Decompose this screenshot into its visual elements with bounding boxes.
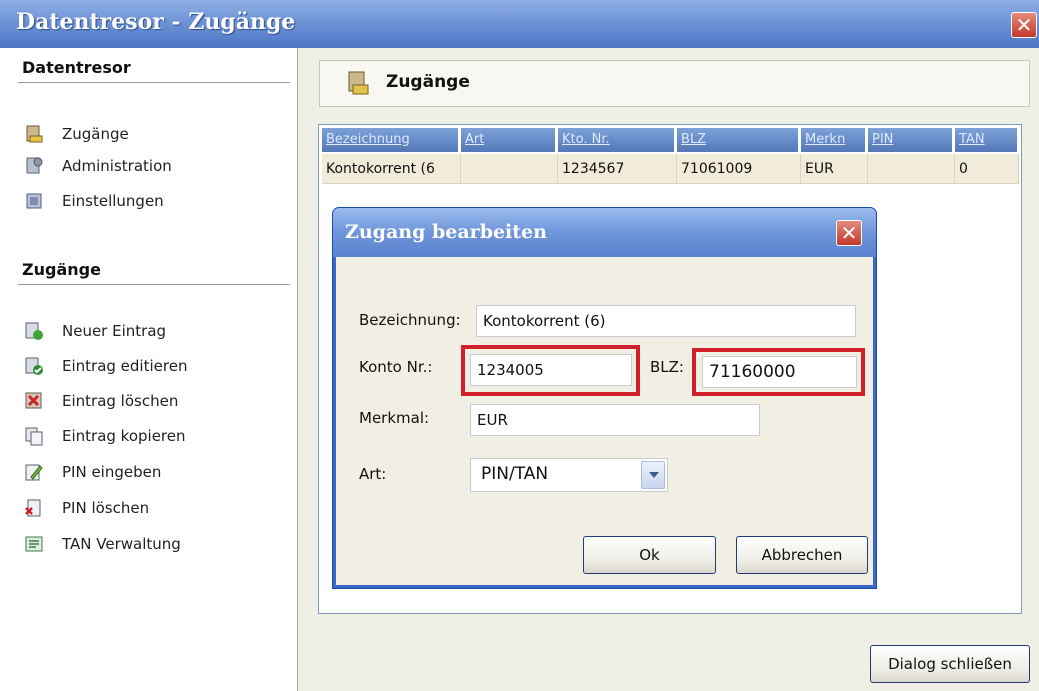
sidebar-item-label: Zugänge — [62, 125, 129, 143]
sidebar-item-label: Eintrag kopieren — [62, 427, 186, 445]
pin-enter-icon — [24, 462, 44, 482]
sidebar-item-delete-pin[interactable]: PIN löschen — [24, 496, 149, 520]
sidebar-item-tan-management[interactable]: TAN Verwaltung — [24, 532, 181, 556]
dialog-title-bar[interactable]: Zugang bearbeiten ✕ — [333, 208, 876, 257]
column-header-blz[interactable]: BLZ — [677, 128, 799, 152]
chevron-down-icon[interactable] — [641, 461, 665, 489]
sidebar-item-delete-entry[interactable]: Eintrag löschen — [24, 389, 178, 413]
table-cell[interactable] — [868, 154, 955, 184]
admin-icon — [24, 156, 44, 176]
column-header-merkmal[interactable]: Merkn — [801, 128, 866, 152]
edit-entry-icon — [24, 356, 44, 376]
settings-icon — [24, 191, 44, 211]
window-close-button[interactable]: ✕ — [1011, 12, 1037, 38]
column-header-kto-nr[interactable]: Kto. Nr. — [558, 128, 675, 152]
vault-icon — [346, 70, 370, 96]
konto-nr-label: Konto Nr.: — [359, 358, 433, 376]
sidebar-heading-zugaenge: Zugänge — [22, 260, 101, 279]
sidebar-heading-datentresor: Datentresor — [22, 58, 131, 77]
sidebar-divider — [18, 284, 290, 285]
dialog-close-button[interactable]: ✕ — [836, 220, 862, 246]
tan-icon — [24, 534, 44, 554]
table-cell[interactable]: 0 — [955, 154, 1019, 184]
vault-icon — [24, 124, 44, 144]
sidebar-item-label: Einstellungen — [62, 192, 164, 210]
copy-entry-icon — [24, 426, 44, 446]
art-select[interactable]: PIN/TAN — [470, 458, 668, 492]
sidebar-item-einstellungen[interactable]: Einstellungen — [24, 189, 164, 213]
sidebar-item-label: Eintrag löschen — [62, 392, 179, 410]
window-title: Datentresor - Zugänge — [16, 9, 296, 35]
bezeichnung-field[interactable]: Kontokorrent (6) — [476, 305, 856, 337]
table-cell[interactable]: EUR — [801, 154, 868, 184]
main-window: Datentresor - Zugänge ✕ Datentresor Zugä… — [0, 0, 1039, 691]
sidebar-item-administration[interactable]: Administration — [24, 154, 172, 178]
sidebar-item-label: PIN löschen — [62, 499, 150, 517]
merkmal-label: Merkmal: — [359, 409, 430, 427]
column-header-pin[interactable]: PIN — [868, 128, 953, 152]
art-select-value: PIN/TAN — [481, 464, 549, 484]
dialog-title: Zugang bearbeiten — [345, 221, 547, 243]
table-cell[interactable]: 71061009 — [677, 154, 801, 184]
sidebar-item-zugaenge[interactable]: Zugänge — [24, 122, 129, 146]
bezeichnung-label: Bezeichnung: — [359, 311, 461, 329]
title-bar[interactable]: Datentresor - Zugänge ✕ — [0, 0, 1039, 48]
delete-entry-icon — [24, 391, 44, 411]
column-header-bezeichnung[interactable]: Bezeichnung — [322, 128, 459, 152]
table-cell[interactable] — [461, 154, 558, 184]
sidebar-item-label: Eintrag editieren — [62, 357, 188, 375]
blz-label: BLZ: — [650, 358, 684, 376]
pin-delete-icon — [24, 498, 44, 518]
cancel-button[interactable]: Abbrechen — [736, 536, 868, 574]
page-title: Zugänge — [386, 72, 470, 92]
sidebar-item-copy-entry[interactable]: Eintrag kopieren — [24, 424, 186, 448]
new-entry-icon — [24, 321, 44, 341]
ok-button[interactable]: Ok — [583, 536, 716, 574]
blz-field[interactable]: 71160000 — [702, 356, 857, 388]
sidebar-divider — [18, 82, 290, 83]
sidebar-item-label: Neuer Eintrag — [62, 322, 167, 340]
art-label: Art: — [359, 465, 387, 483]
sidebar-item-label: TAN Verwaltung — [62, 535, 181, 553]
sidebar-item-edit-entry[interactable]: Eintrag editieren — [24, 354, 187, 378]
dialog-body: Bezeichnung: Kontokorrent (6) Konto Nr.:… — [336, 257, 873, 585]
close-dialog-button[interactable]: Dialog schließen — [870, 645, 1030, 683]
table-cell[interactable]: Kontokorrent (6 — [322, 154, 461, 184]
sidebar-item-label: Administration — [62, 157, 172, 175]
column-header-tan[interactable]: TAN — [955, 128, 1018, 152]
column-header-art[interactable]: Art — [461, 128, 556, 152]
sidebar-item-new-entry[interactable]: Neuer Eintrag — [24, 319, 166, 343]
sidebar-item-label: PIN eingeben — [62, 463, 162, 481]
merkmal-field[interactable]: EUR — [470, 404, 760, 436]
table-cell[interactable]: 1234567 — [558, 154, 677, 184]
edit-entry-dialog: Zugang bearbeiten ✕ Bezeichnung: Kontoko… — [333, 208, 876, 588]
sidebar: Datentresor Zugänge Administration Einst… — [0, 48, 298, 691]
sidebar-item-enter-pin[interactable]: PIN eingeben — [24, 460, 161, 484]
content-header: Zugänge — [319, 60, 1030, 107]
konto-nr-field[interactable]: 1234005 — [470, 354, 632, 386]
